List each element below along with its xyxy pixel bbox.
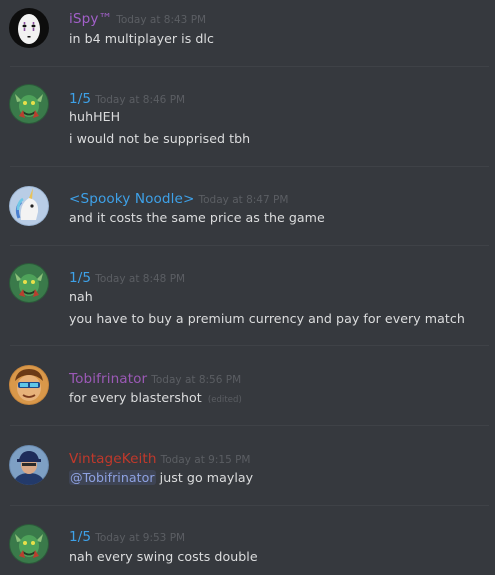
edited-tag: (edited) (207, 395, 242, 405)
message-text: in b4 multiplayer is dlc (69, 31, 214, 46)
message-group: 1/5 Today at 8:48 PM nah you have to buy … (0, 246, 495, 346)
avatar[interactable] (9, 524, 49, 564)
message-text: nah every swing costs double (69, 549, 258, 564)
message-group: Tobifrinator Today at 8:56 PM for every b… (0, 346, 495, 426)
avatar[interactable] (9, 186, 49, 226)
person-cap-icon (9, 445, 49, 485)
user-mention[interactable]: @Tobifrinator (69, 470, 156, 485)
message-header: 1/5 Today at 8:46 PM (69, 88, 185, 107)
message-header: 1/5 Today at 8:48 PM (69, 267, 185, 286)
message-text: @Tobifrinator just go maylay (69, 470, 253, 485)
message-header: iSpy™ Today at 8:43 PM (69, 8, 206, 27)
message-text: you have to buy a premium currency and p… (69, 311, 465, 326)
message-group: VintageKeith Today at 9:15 PM @Tobifrinat… (0, 426, 495, 506)
timestamp: Today at 8:56 PM (151, 374, 242, 386)
avatar[interactable] (9, 445, 49, 485)
message-text: for every blastershot (edited) (69, 390, 242, 405)
no-face-mask-icon (9, 8, 49, 48)
message-text: and it costs the same price as the game (69, 210, 325, 225)
message-group: 1/5 Today at 8:46 PM huhHEH i would not b… (0, 67, 495, 167)
unicorn-icon (9, 186, 49, 226)
message-text-body: just go maylay (155, 470, 254, 485)
message-text: nah (69, 289, 93, 304)
username[interactable]: 1/5 (69, 91, 91, 107)
sunglasses-face-icon (9, 365, 49, 405)
timestamp: Today at 8:47 PM (198, 194, 289, 206)
avatar[interactable] (9, 8, 49, 48)
username[interactable]: iSpy™ (69, 11, 112, 27)
message-group: <Spooky Noodle> Today at 8:47 PM and it c… (0, 167, 495, 246)
username[interactable]: 1/5 (69, 270, 91, 286)
timestamp: Today at 9:15 PM (160, 454, 251, 466)
message-text: i would not be supprised tbh (69, 131, 251, 146)
username[interactable]: 1/5 (69, 529, 91, 545)
message-group: iSpy™ Today at 8:43 PM in b4 multiplayer … (0, 0, 495, 67)
green-dragon-icon (9, 84, 49, 124)
username[interactable]: <Spooky Noodle> (69, 191, 195, 207)
message-header: Tobifrinator Today at 8:56 PM (69, 368, 241, 387)
chat-message-list: iSpy™ Today at 8:43 PM in b4 multiplayer … (0, 0, 495, 575)
timestamp: Today at 8:43 PM (116, 14, 207, 26)
timestamp: Today at 9:53 PM (95, 532, 186, 544)
message-header: <Spooky Noodle> Today at 8:47 PM (69, 188, 288, 207)
message-header: 1/5 Today at 9:53 PM (69, 526, 185, 545)
green-dragon-icon (9, 524, 49, 564)
message-text: huhHEH (69, 109, 121, 124)
avatar[interactable] (9, 84, 49, 124)
message-text-body: for every blastershot (69, 390, 202, 405)
timestamp: Today at 8:46 PM (95, 94, 186, 106)
timestamp: Today at 8:48 PM (95, 273, 186, 285)
avatar[interactable] (9, 365, 49, 405)
message-group: 1/5 Today at 9:53 PM nah every swing cost… (0, 506, 495, 575)
username[interactable]: VintageKeith (69, 451, 157, 467)
green-dragon-icon (9, 263, 49, 303)
username[interactable]: Tobifrinator (69, 371, 147, 387)
avatar[interactable] (9, 263, 49, 303)
message-header: VintageKeith Today at 9:15 PM (69, 448, 250, 467)
